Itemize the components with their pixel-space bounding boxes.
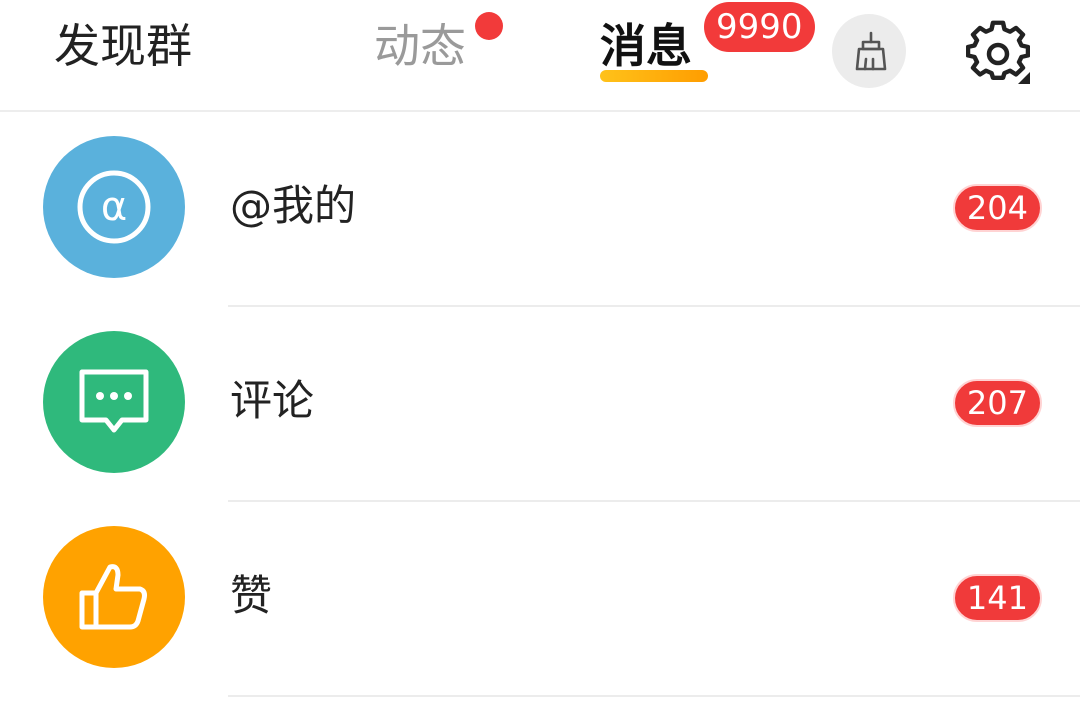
messages-count-badge: 9990 — [704, 2, 815, 52]
likes-label: 赞 — [230, 571, 273, 620]
tab-discover-groups[interactable]: 发现群 — [54, 14, 192, 78]
comments-count-badge: 207 — [952, 379, 1042, 427]
comment-bubble-icon — [79, 369, 149, 433]
list-item-mentions[interactable]: α @我的 204 — [0, 112, 1080, 307]
mentions-avatar: α — [43, 136, 185, 278]
mentions-label: @我的 — [230, 181, 357, 230]
likes-avatar — [43, 526, 185, 668]
comments-avatar — [43, 331, 185, 473]
at-sign-icon: α — [77, 170, 151, 244]
clear-unread-button[interactable] — [832, 14, 906, 88]
mentions-count-badge: 204 — [952, 184, 1042, 232]
svg-text:α: α — [101, 184, 127, 230]
list-item-comments[interactable]: 评论 207 — [0, 307, 1080, 502]
moments-unread-dot — [475, 12, 503, 40]
thumbs-up-icon — [79, 564, 147, 630]
likes-count-badge: 141 — [952, 574, 1042, 622]
list-item-likes[interactable]: 赞 141 — [0, 502, 1080, 697]
message-category-list: α @我的 204 评论 207 赞 141 — [0, 112, 1080, 697]
row-divider — [228, 695, 1080, 697]
tab-moments[interactable]: 动态 — [374, 14, 466, 78]
top-nav-bar: 发现群 动态 消息 9990 — [0, 0, 1080, 112]
tab-messages[interactable]: 消息 — [600, 14, 692, 78]
broom-icon — [855, 31, 887, 71]
gear-icon — [966, 20, 1030, 84]
settings-button[interactable] — [960, 14, 1036, 90]
active-tab-indicator — [600, 70, 708, 82]
comments-label: 评论 — [230, 376, 315, 425]
